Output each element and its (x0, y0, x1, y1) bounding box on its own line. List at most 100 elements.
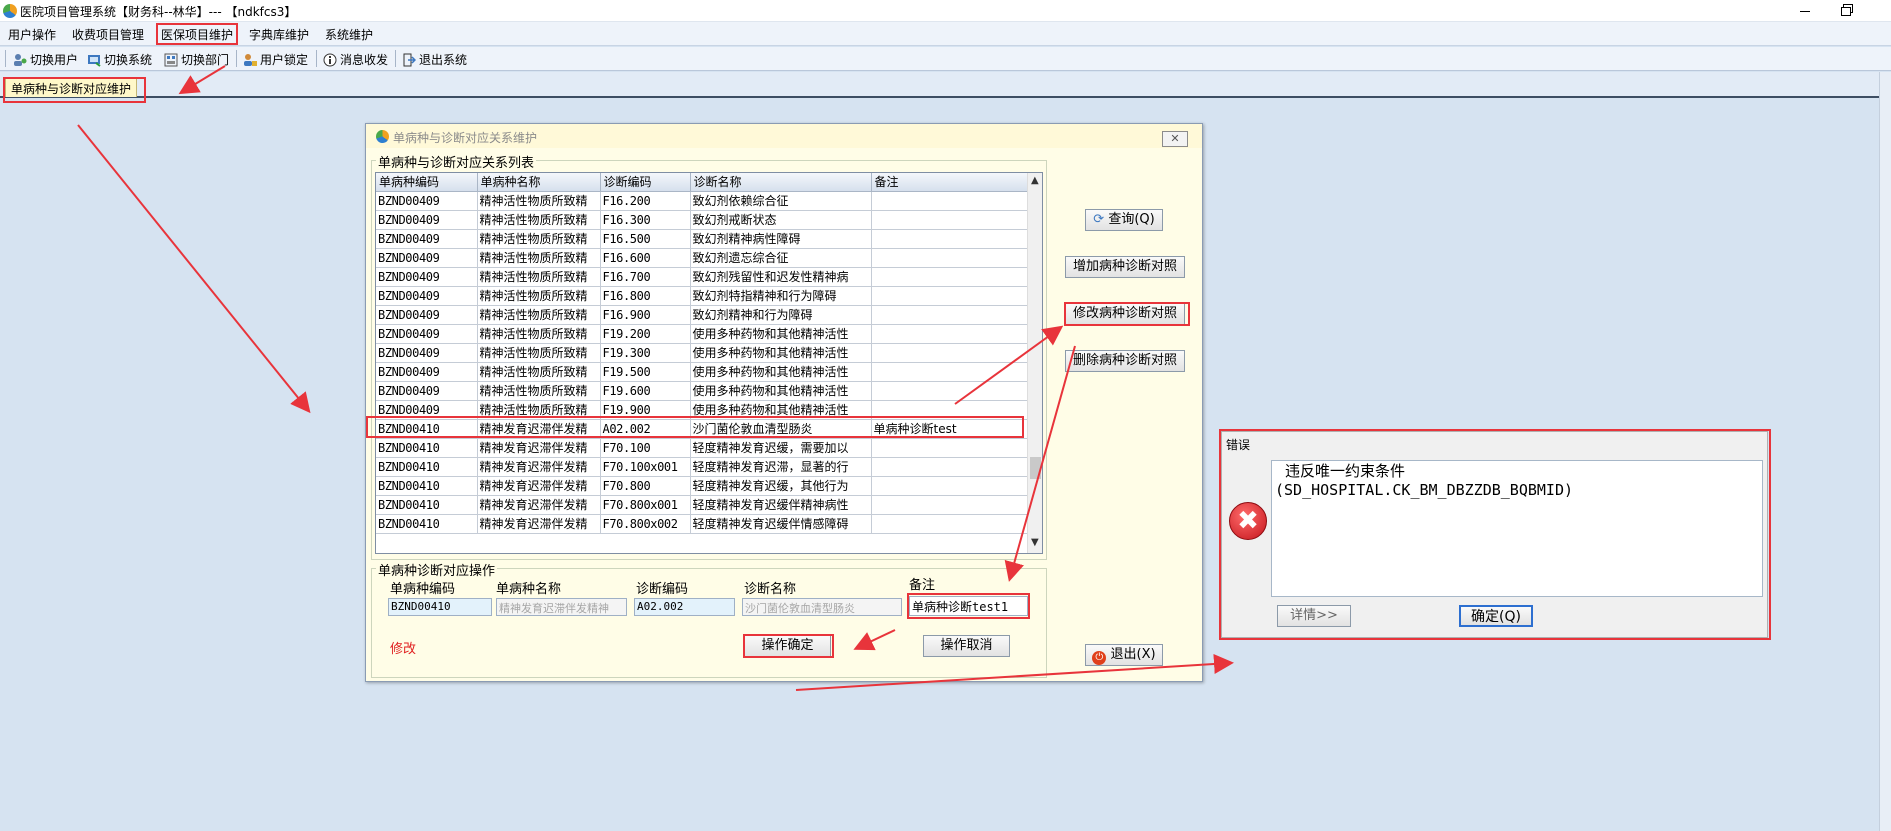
cell-diagnosis-name: 使用多种药物和其他精神活性 (690, 324, 872, 344)
cell-diagnosis-name: 轻度精神发育迟缓伴情感障碍 (690, 514, 872, 534)
grid-scrollbar[interactable]: ▲ ▼ (1027, 173, 1042, 553)
switch-department-icon (164, 53, 178, 67)
cell-disease-code: BZND00410 (376, 438, 478, 458)
table-row[interactable]: BZND00409 精神活性物质所致精 F16.900 致幻剂精神和行为障碍 (376, 305, 1028, 325)
switch-user-button[interactable]: 切换用户 (13, 51, 78, 68)
cell-disease-name: 精神发育迟滞伴发精 (477, 438, 601, 458)
table-row[interactable]: BZND00410 精神发育迟滞伴发精 F70.800x001 轻度精神发育迟缓伴精神… (376, 495, 1028, 515)
exit-dialog-label: 退出(X) (1110, 647, 1156, 662)
power-icon: ⏻ (1092, 651, 1107, 665)
switch-user-icon (13, 53, 27, 67)
scroll-down-icon[interactable]: ▼ (1031, 537, 1039, 548)
table-row[interactable]: BZND00409 精神活性物质所致精 F16.200 致幻剂依赖综合征 (376, 191, 1028, 211)
error-dialog-highlight-box (1219, 429, 1771, 640)
table-row[interactable]: BZND00410 精神发育迟滞伴发精 F70.800 轻度精神发育迟缓，其他行为 (376, 476, 1028, 496)
page-scrollbar[interactable] (1879, 72, 1891, 831)
col-header-disease-name[interactable]: 单病种名称 (477, 173, 601, 192)
dialog-title: 单病种与诊断对应关系维护 (393, 131, 538, 145)
menu-user-ops[interactable]: 用户操作 (5, 26, 59, 43)
col-header-disease-code[interactable]: 单病种编码 (376, 173, 478, 192)
menu-dictionary[interactable]: 字典库维护 (246, 26, 312, 43)
mapping-dialog: 单病种与诊断对应关系维护 ✕ 单病种与诊断对应关系列表 单病种编码 单病种名称 … (365, 123, 1203, 682)
modify-highlight-box (1064, 302, 1190, 326)
table-row[interactable]: BZND00410 精神发育迟滞伴发精 F70.100 轻度精神发育迟缓，需要加以 (376, 438, 1028, 458)
disease-name-label: 单病种名称 (496, 582, 562, 597)
table-row[interactable]: BZND00409 精神活性物质所致精 F19.200 使用多种药物和其他精神活性 (376, 324, 1028, 344)
cell-diagnosis-code: F70.800 (600, 476, 691, 496)
cell-disease-name: 精神发育迟滞伴发精 (477, 476, 601, 496)
remark-label: 备注 (909, 578, 936, 593)
dialog-close-button[interactable]: ✕ (1162, 131, 1188, 147)
cell-disease-name: 精神活性物质所致精 (477, 343, 601, 363)
menu-charge-items[interactable]: 收费项目管理 (69, 26, 147, 43)
table-row[interactable]: BZND00410 精神发育迟滞伴发精 F70.800x002 轻度精神发育迟缓伴情感… (376, 514, 1028, 534)
cell-remark (871, 495, 1028, 515)
minimize-icon[interactable] (1796, 2, 1814, 18)
diagnosis-name-label: 诊断名称 (744, 582, 797, 597)
cell-diagnosis-code: F70.800x002 (600, 514, 691, 534)
disease-code-field[interactable]: BZND00410 (388, 598, 492, 616)
menu-bar: 用户操作 收费项目管理 医保项目维护 字典库维护 系统维护 (0, 22, 1891, 46)
col-header-remark[interactable]: 备注 (871, 173, 1028, 192)
exit-system-button[interactable]: 退出系统 (402, 51, 467, 68)
app-logo-icon (3, 4, 17, 18)
disease-code-label: 单病种编码 (390, 582, 456, 597)
user-lock-label: 用户锁定 (260, 53, 309, 67)
disease-name-field[interactable]: 精神发育迟滞伴发精神 (496, 598, 627, 616)
cell-diagnosis-name: 轻度精神发育迟缓，其他行为 (690, 476, 872, 496)
cell-remark (871, 438, 1028, 458)
exit-dialog-button[interactable]: ⏻ 退出(X) (1085, 644, 1163, 666)
cell-disease-name: 精神活性物质所致精 (477, 210, 601, 230)
cell-disease-name: 精神活性物质所致精 (477, 362, 601, 382)
table-row[interactable]: BZND00409 精神活性物质所致精 F16.600 致幻剂遗忘综合征 (376, 248, 1028, 268)
cell-diagnosis-name: 致幻剂遗忘综合征 (690, 248, 872, 268)
table-row[interactable]: BZND00409 精神活性物质所致精 F19.500 使用多种药物和其他精神活性 (376, 362, 1028, 382)
tab-highlight-box (3, 77, 146, 103)
table-row[interactable]: BZND00410 精神发育迟滞伴发精 F70.100x001 轻度精神发育迟滞，显著… (376, 457, 1028, 477)
mapping-grid[interactable]: 单病种编码 单病种名称 诊断编码 诊断名称 备注 BZND00409 精神活性物质… (375, 172, 1043, 554)
diagnosis-code-field[interactable]: A02.002 (634, 598, 735, 616)
table-row[interactable]: BZND00409 精神活性物质所致精 F16.700 致幻剂残留性和迟发性精神病 (376, 267, 1028, 287)
cell-diagnosis-name: 使用多种药物和其他精神活性 (690, 381, 872, 401)
cell-remark (871, 191, 1028, 211)
cell-disease-name: 精神活性物质所致精 (477, 191, 601, 211)
table-row[interactable]: BZND00409 精神活性物质所致精 F16.500 致幻剂精神病性障碍 (376, 229, 1028, 249)
cell-disease-code: BZND00409 (376, 210, 478, 230)
menu-system[interactable]: 系统维护 (322, 26, 376, 43)
table-row[interactable]: BZND00409 精神活性物质所致精 F19.300 使用多种药物和其他精神活性 (376, 343, 1028, 363)
cell-remark (871, 324, 1028, 344)
cell-disease-name: 精神发育迟滞伴发精 (477, 514, 601, 534)
cell-remark (871, 381, 1028, 401)
message-button[interactable]: 消息收发 (323, 51, 388, 68)
add-mapping-button[interactable]: 增加病种诊断对照 (1065, 256, 1185, 278)
cell-diagnosis-code: F16.300 (600, 210, 691, 230)
title-bar: 医院项目管理系统【财务科--林华】--- 【ndkfcs3】 (0, 0, 1891, 22)
table-row[interactable]: BZND00409 精神活性物质所致精 F16.300 致幻剂戒断状态 (376, 210, 1028, 230)
toolbar-grip (5, 50, 6, 67)
col-header-diagnosis-name[interactable]: 诊断名称 (690, 173, 872, 192)
scroll-up-icon[interactable]: ▲ (1031, 175, 1039, 186)
switch-department-button[interactable]: 切换部门 (164, 51, 229, 68)
user-lock-button[interactable]: 用户锁定 (243, 51, 308, 68)
cell-disease-code: BZND00409 (376, 248, 478, 268)
switch-system-button[interactable]: 切换系统 (87, 51, 152, 68)
delete-mapping-button[interactable]: 删除病种诊断对照 (1065, 350, 1185, 372)
diagnosis-name-field[interactable]: 沙门菌伦敦血清型肠炎 (742, 598, 902, 616)
scroll-thumb[interactable] (1030, 457, 1041, 479)
cell-diagnosis-name: 致幻剂精神和行为障碍 (690, 305, 872, 325)
query-button[interactable]: ⟳ 查询(Q) (1085, 209, 1163, 231)
cell-disease-code: BZND00409 (376, 343, 478, 363)
table-row[interactable]: BZND00409 精神活性物质所致精 F19.600 使用多种药物和其他精神活性 (376, 381, 1028, 401)
cell-diagnosis-code: F16.600 (600, 248, 691, 268)
cell-remark (871, 476, 1028, 496)
cell-remark (871, 514, 1028, 534)
cell-diagnosis-code: F16.200 (600, 191, 691, 211)
cell-diagnosis-code: F16.800 (600, 286, 691, 306)
table-row[interactable]: BZND00409 精神活性物质所致精 F16.800 致幻剂特指精神和行为障碍 (376, 286, 1028, 306)
restore-icon[interactable] (1840, 3, 1854, 17)
cancel-operation-button[interactable]: 操作取消 (923, 635, 1010, 657)
cell-remark (871, 248, 1028, 268)
cell-diagnosis-name: 致幻剂精神病性障碍 (690, 229, 872, 249)
cell-disease-name: 精神活性物质所致精 (477, 267, 601, 287)
col-header-diagnosis-code[interactable]: 诊断编码 (600, 173, 691, 192)
